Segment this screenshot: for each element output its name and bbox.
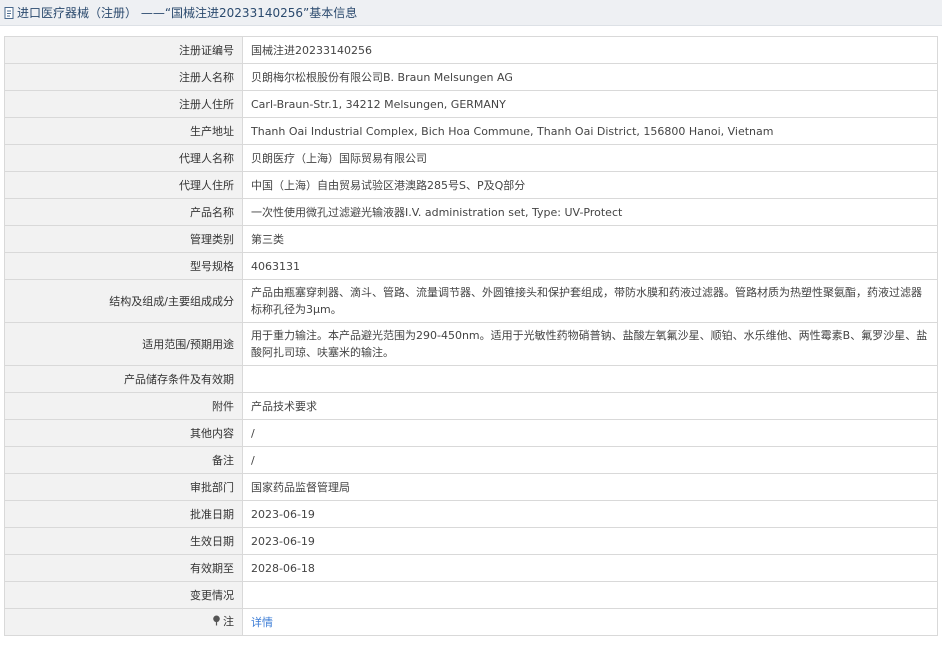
row-value: 4063131 xyxy=(242,252,938,280)
row-label: 生效日期 xyxy=(4,527,243,555)
row-label: 审批部门 xyxy=(4,473,243,501)
row-value: / xyxy=(242,446,938,474)
table-row: 型号规格 4063131 xyxy=(4,252,938,280)
row-value xyxy=(242,581,938,609)
table-row: 产品储存条件及有效期 xyxy=(4,365,938,393)
row-label: 其他内容 xyxy=(4,419,243,447)
row-value: Carl-Braun-Str.1, 34212 Melsungen, GERMA… xyxy=(242,90,938,118)
row-label: 注册人名称 xyxy=(4,63,243,91)
row-label: 生产地址 xyxy=(4,117,243,145)
info-table: 注册证编号 国械注进20233140256 注册人名称 贝朗梅尔松根股份有限公司… xyxy=(4,36,938,636)
pin-icon xyxy=(212,614,221,631)
note-label-cell: 注 xyxy=(4,608,243,636)
row-value: 贝朗梅尔松根股份有限公司B. Braun Melsungen AG xyxy=(242,63,938,91)
page-title: 进口医疗器械（注册） ——“国械注进20233140256”基本信息 xyxy=(17,6,358,20)
row-value: 中国（上海）自由贸易试验区港澳路285号S、P及Q部分 xyxy=(242,171,938,199)
row-label: 产品名称 xyxy=(4,198,243,226)
row-label: 注册人住所 xyxy=(4,90,243,118)
row-value: 产品技术要求 xyxy=(242,392,938,420)
document-icon xyxy=(4,6,15,19)
row-value: 第三类 xyxy=(242,225,938,253)
table-row: 注册人住所 Carl-Braun-Str.1, 34212 Melsungen,… xyxy=(4,90,938,118)
row-value: 贝朗医疗（上海）国际贸易有限公司 xyxy=(242,144,938,172)
row-value: 2028-06-18 xyxy=(242,554,938,582)
row-label: 注册证编号 xyxy=(4,36,243,64)
row-value: Thanh Oai Industrial Complex, Bich Hoa C… xyxy=(242,117,938,145)
table-row: 其他内容 / xyxy=(4,419,938,447)
table-row: 注册证编号 国械注进20233140256 xyxy=(4,36,938,64)
table-row: 管理类别 第三类 xyxy=(4,225,938,253)
table-row: 生产地址 Thanh Oai Industrial Complex, Bich … xyxy=(4,117,938,145)
row-label: 代理人名称 xyxy=(4,144,243,172)
table-row: 备注 / xyxy=(4,446,938,474)
table-row: 附件 产品技术要求 xyxy=(4,392,938,420)
table-row: 生效日期 2023-06-19 xyxy=(4,527,938,555)
table-row: 适用范围/预期用途 用于重力输注。本产品避光范围为290-450nm。适用于光敏… xyxy=(4,322,938,366)
note-value-cell: 详情 xyxy=(242,608,938,636)
row-label: 附件 xyxy=(4,392,243,420)
row-label: 批准日期 xyxy=(4,500,243,528)
table-row: 注册人名称 贝朗梅尔松根股份有限公司B. Braun Melsungen AG xyxy=(4,63,938,91)
row-label: 有效期至 xyxy=(4,554,243,582)
row-label: 型号规格 xyxy=(4,252,243,280)
row-value: 国家药品监督管理局 xyxy=(242,473,938,501)
row-value: 2023-06-19 xyxy=(242,527,938,555)
note-label: 注 xyxy=(223,615,234,628)
row-label: 备注 xyxy=(4,446,243,474)
table-row: 批准日期 2023-06-19 xyxy=(4,500,938,528)
detail-link[interactable]: 详情 xyxy=(251,616,273,629)
row-value: 国械注进20233140256 xyxy=(242,36,938,64)
table-row: 有效期至 2028-06-18 xyxy=(4,554,938,582)
row-value: 2023-06-19 xyxy=(242,500,938,528)
row-value: / xyxy=(242,419,938,447)
row-label: 结构及组成/主要组成成分 xyxy=(4,279,243,323)
row-label: 代理人住所 xyxy=(4,171,243,199)
row-label: 产品储存条件及有效期 xyxy=(4,365,243,393)
table-row: 产品名称 一次性使用微孔过滤避光输液器I.V. administration s… xyxy=(4,198,938,226)
row-label: 变更情况 xyxy=(4,581,243,609)
page-header: 进口医疗器械（注册） ——“国械注进20233140256”基本信息 xyxy=(0,0,942,26)
table-row: 变更情况 xyxy=(4,581,938,609)
table-row: 结构及组成/主要组成成分 产品由瓶塞穿刺器、滴斗、管路、流量调节器、外圆锥接头和… xyxy=(4,279,938,323)
table-row: 审批部门 国家药品监督管理局 xyxy=(4,473,938,501)
row-value: 用于重力输注。本产品避光范围为290-450nm。适用于光敏性药物硝普钠、盐酸左… xyxy=(242,322,938,366)
table-row-note: 注 详情 xyxy=(4,608,938,636)
table-row: 代理人名称 贝朗医疗（上海）国际贸易有限公司 xyxy=(4,144,938,172)
row-label: 管理类别 xyxy=(4,225,243,253)
row-value: 产品由瓶塞穿刺器、滴斗、管路、流量调节器、外圆锥接头和保护套组成，带防水膜和药液… xyxy=(242,279,938,323)
row-value: 一次性使用微孔过滤避光输液器I.V. administration set, T… xyxy=(242,198,938,226)
row-value xyxy=(242,365,938,393)
table-row: 代理人住所 中国（上海）自由贸易试验区港澳路285号S、P及Q部分 xyxy=(4,171,938,199)
row-label: 适用范围/预期用途 xyxy=(4,322,243,366)
